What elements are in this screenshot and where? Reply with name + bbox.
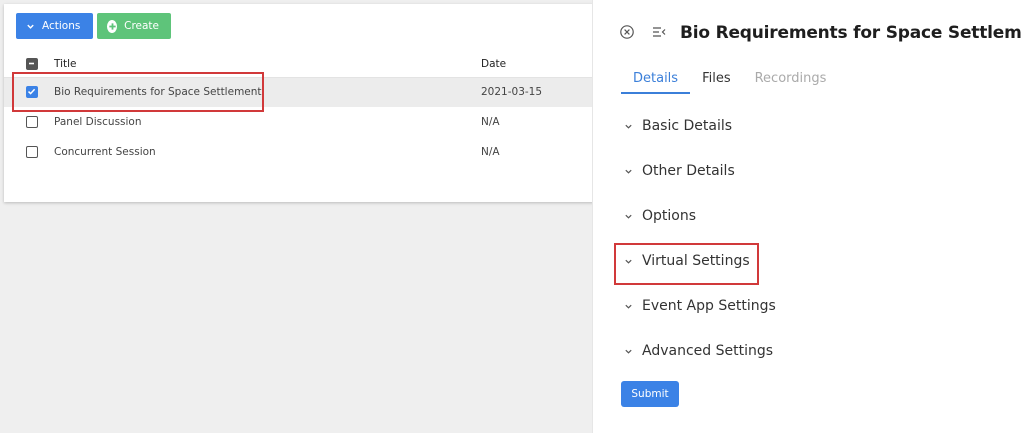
- table-row[interactable]: Bio Requirements for Space Settlement 20…: [4, 78, 594, 107]
- tab-recordings: Recordings: [754, 71, 827, 86]
- section-label: Other Details: [642, 163, 735, 179]
- chevron-down-icon: [625, 259, 632, 264]
- session-detail-panel: Bio Requirements for Space Settlement De…: [592, 0, 1022, 433]
- section-label: Basic Details: [642, 118, 733, 134]
- create-button[interactable]: Create: [97, 13, 171, 39]
- actions-button-label: Actions: [42, 20, 81, 32]
- section-event-app-settings[interactable]: Event App Settings: [624, 298, 776, 314]
- row-checkbox[interactable]: [26, 86, 38, 98]
- list-toolbar: Actions Create: [16, 13, 171, 39]
- section-virtual-settings[interactable]: Virtual Settings: [624, 253, 750, 269]
- section-advanced-settings[interactable]: Advanced Settings: [624, 343, 773, 359]
- chevron-down-icon: [625, 124, 632, 129]
- row-title[interactable]: Concurrent Session: [54, 146, 156, 158]
- row-date: N/A: [481, 146, 500, 158]
- section-other-details[interactable]: Other Details: [624, 163, 735, 179]
- table-row[interactable]: Concurrent Session N/A: [4, 138, 594, 167]
- column-header-title[interactable]: Title: [54, 58, 77, 70]
- section-options[interactable]: Options: [624, 208, 696, 224]
- sessions-list-card: Actions Create Title Date Bio Requiremen…: [4, 4, 594, 202]
- checkmark-icon: [27, 88, 36, 95]
- row-date: 2021-03-15: [481, 86, 543, 98]
- row-checkbox[interactable]: [26, 116, 38, 128]
- tab-files[interactable]: Files: [690, 69, 743, 94]
- close-circle-icon[interactable]: [619, 24, 635, 40]
- tab-details[interactable]: Details: [621, 69, 691, 94]
- chevron-down-icon: [625, 304, 632, 309]
- table-row[interactable]: Panel Discussion N/A: [4, 108, 594, 137]
- section-label: Virtual Settings: [642, 253, 750, 269]
- panel-title: Bio Requirements for Space Settlement: [680, 23, 1022, 43]
- chevron-down-icon: [27, 24, 34, 29]
- plus-circle-icon: [107, 19, 118, 33]
- section-label: Event App Settings: [642, 298, 776, 314]
- section-label: Options: [642, 208, 697, 224]
- section-label: Advanced Settings: [642, 343, 774, 359]
- row-date: N/A: [481, 116, 500, 128]
- collapse-panel-icon[interactable]: [651, 24, 667, 40]
- column-header-date[interactable]: Date: [481, 58, 506, 70]
- submit-button[interactable]: Submit: [621, 381, 679, 407]
- chevron-down-icon: [625, 349, 632, 354]
- panel-tabs: Details Files Recordings: [621, 69, 838, 95]
- table-header: Title Date: [4, 50, 594, 78]
- panel-header: Bio Requirements for Space Settlement: [593, 20, 1022, 48]
- chevron-down-icon: [625, 169, 632, 174]
- actions-button[interactable]: Actions: [16, 13, 93, 39]
- row-title[interactable]: Bio Requirements for Space Settlement: [54, 86, 262, 98]
- section-basic-details[interactable]: Basic Details: [624, 118, 732, 134]
- row-title[interactable]: Panel Discussion: [54, 116, 142, 128]
- chevron-down-icon: [625, 214, 632, 219]
- select-all-checkbox[interactable]: [26, 58, 38, 70]
- create-button-label: Create: [124, 20, 159, 32]
- row-checkbox[interactable]: [26, 146, 38, 158]
